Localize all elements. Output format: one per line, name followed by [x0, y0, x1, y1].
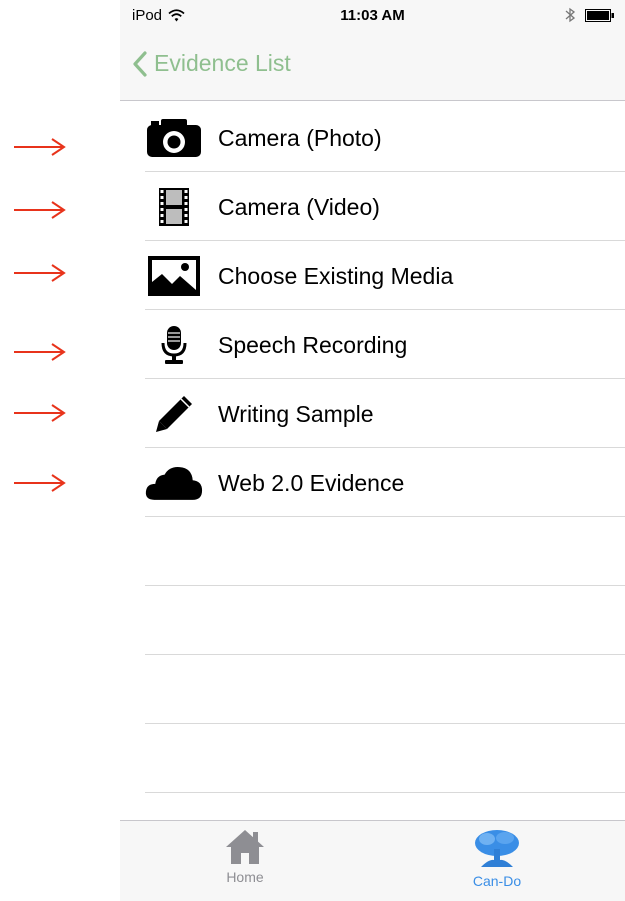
- pencil-icon: [145, 394, 203, 434]
- evidence-options-list: Camera (Photo) Camera (Video) Choose Exi…: [120, 103, 625, 793]
- tab-label: Home: [226, 869, 264, 885]
- tree-icon: [475, 830, 519, 867]
- list-item-choose-existing-media[interactable]: Choose Existing Media: [120, 241, 625, 310]
- annotation-arrow-icon: [14, 474, 66, 492]
- list-item-label: Speech Recording: [218, 332, 408, 358]
- bluetooth-icon: [565, 7, 575, 23]
- tab-can-do[interactable]: Can-Do: [442, 829, 552, 889]
- list-item-speech-recording[interactable]: Speech Recording: [120, 310, 625, 379]
- list-item-web-evidence[interactable]: Web 2.0 Evidence: [120, 448, 625, 517]
- tab-home[interactable]: Home: [190, 829, 300, 885]
- tab-bar: Home Can-Do: [120, 820, 625, 901]
- annotation-arrow-icon: [14, 264, 66, 282]
- empty-list-row: [120, 724, 625, 793]
- list-item-label: Camera (Photo): [218, 125, 382, 151]
- battery-icon: [585, 8, 614, 22]
- back-button[interactable]: Evidence List: [132, 50, 291, 77]
- status-time: 11:03 AM: [340, 7, 405, 24]
- list-item-writing-sample[interactable]: Writing Sample: [120, 379, 625, 448]
- list-item-label: Choose Existing Media: [218, 263, 454, 289]
- navigation-bar: Evidence List: [120, 32, 625, 101]
- cloud-icon: [145, 463, 203, 503]
- empty-list-row: [120, 586, 625, 655]
- annotation-arrow-icon: [14, 201, 66, 219]
- list-item-camera-video[interactable]: Camera (Video): [120, 172, 625, 241]
- status-right: [565, 7, 615, 23]
- microphone-icon: [145, 325, 203, 365]
- image-icon: [145, 256, 203, 296]
- camera-icon: [145, 118, 203, 158]
- back-button-label: Evidence List: [154, 50, 291, 76]
- list-item-label: Camera (Video): [218, 194, 380, 220]
- empty-list-row: [120, 655, 625, 724]
- annotation-arrow-icon: [14, 343, 66, 361]
- home-icon: [226, 830, 264, 864]
- empty-list-row: [120, 517, 625, 586]
- list-item-label: Web 2.0 Evidence: [218, 470, 405, 496]
- list-item-camera-photo[interactable]: Camera (Photo): [120, 103, 625, 172]
- phone-screen: iPod 11:03 AM Evidence List Camera (Phot…: [120, 0, 625, 901]
- annotation-arrow-icon: [14, 404, 66, 422]
- list-item-label: Writing Sample: [218, 401, 374, 427]
- status-bar: iPod 11:03 AM: [120, 0, 625, 32]
- tab-label: Can-Do: [472, 873, 522, 889]
- chevron-left-icon: [133, 50, 147, 77]
- film-icon: [145, 187, 203, 227]
- annotation-arrow-icon: [14, 138, 66, 156]
